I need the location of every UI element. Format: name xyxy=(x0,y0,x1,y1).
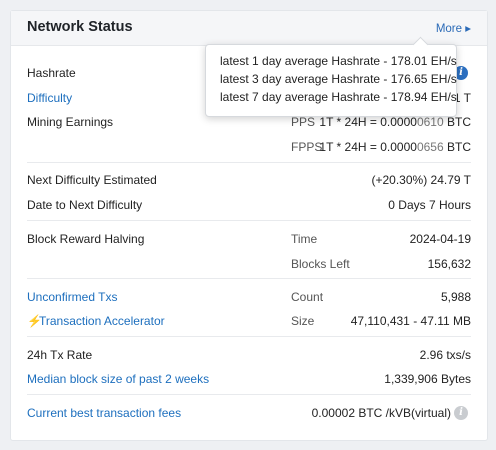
date-next-difficulty-label: Date to Next Difficulty xyxy=(27,198,143,212)
median-block-size-link[interactable]: Median block size of past 2 weeks xyxy=(27,372,209,386)
tx-rate-label: 24h Tx Rate xyxy=(27,348,93,362)
card-title: Network Status xyxy=(27,19,133,35)
lightning-icon: ⚡ xyxy=(27,314,42,328)
network-status-card: Network Status More ▸ Hashrate i Difficu… xyxy=(10,10,488,441)
divider xyxy=(27,220,471,221)
best-fees-link[interactable]: Current best transaction fees xyxy=(27,406,181,420)
transaction-accelerator-link[interactable]: ⚡Transaction Accelerator xyxy=(27,314,165,328)
median-block-size-value: 1,339,906 Bytes xyxy=(384,372,471,386)
divider xyxy=(27,162,471,163)
count-value: 5,988 xyxy=(440,290,471,304)
tooltip-line-1d: latest 1 day average Hashrate - 178.01 E… xyxy=(220,54,457,68)
divider xyxy=(27,394,471,395)
next-difficulty-value: (+20.30%) 24.79 T xyxy=(371,173,471,187)
date-next-difficulty-value: 0 Days 7 Hours xyxy=(388,198,471,212)
halving-label: Block Reward Halving xyxy=(27,232,145,246)
fpps-value: 1T * 24H = 0.00000656 BTC xyxy=(319,140,471,154)
pps-label: PPS xyxy=(291,115,316,129)
hashrate-tooltip: latest 1 day average Hashrate - 178.01 E… xyxy=(205,36,457,117)
mining-earnings-label: Mining Earnings xyxy=(27,115,114,129)
difficulty-link[interactable]: Difficulty xyxy=(27,91,72,105)
blocks-left-value: 156,632 xyxy=(427,257,471,271)
more-link[interactable]: More ▸ xyxy=(436,21,471,35)
tooltip-line-3d: latest 3 day average Hashrate - 176.65 E… xyxy=(220,72,457,86)
halving-time-value: 2024-04-19 xyxy=(409,232,471,246)
divider xyxy=(27,336,471,337)
fpps-label: FPPS xyxy=(291,140,323,154)
best-fees-value: 0.00002 BTC /kVB(virtual) xyxy=(311,406,451,420)
blocks-left-label: Blocks Left xyxy=(291,257,350,271)
size-value: 47,110,431 - 47.11 MB xyxy=(350,314,471,328)
next-difficulty-label: Next Difficulty Estimated xyxy=(27,173,157,187)
tooltip-line-7d: latest 7 day average Hashrate - 178.94 E… xyxy=(220,90,457,104)
hashrate-label: Hashrate xyxy=(27,66,76,80)
unconfirmed-txs-link[interactable]: Unconfirmed Txs xyxy=(27,290,117,304)
halving-time-label: Time xyxy=(291,232,318,246)
count-label: Count xyxy=(291,290,324,304)
fees-info-icon[interactable]: i xyxy=(454,406,468,420)
divider xyxy=(27,278,471,279)
size-label: Size xyxy=(291,314,315,328)
pps-value: 1T * 24H = 0.00000610 BTC xyxy=(319,115,471,129)
tx-rate-value: 2.96 txs/s xyxy=(419,348,471,362)
